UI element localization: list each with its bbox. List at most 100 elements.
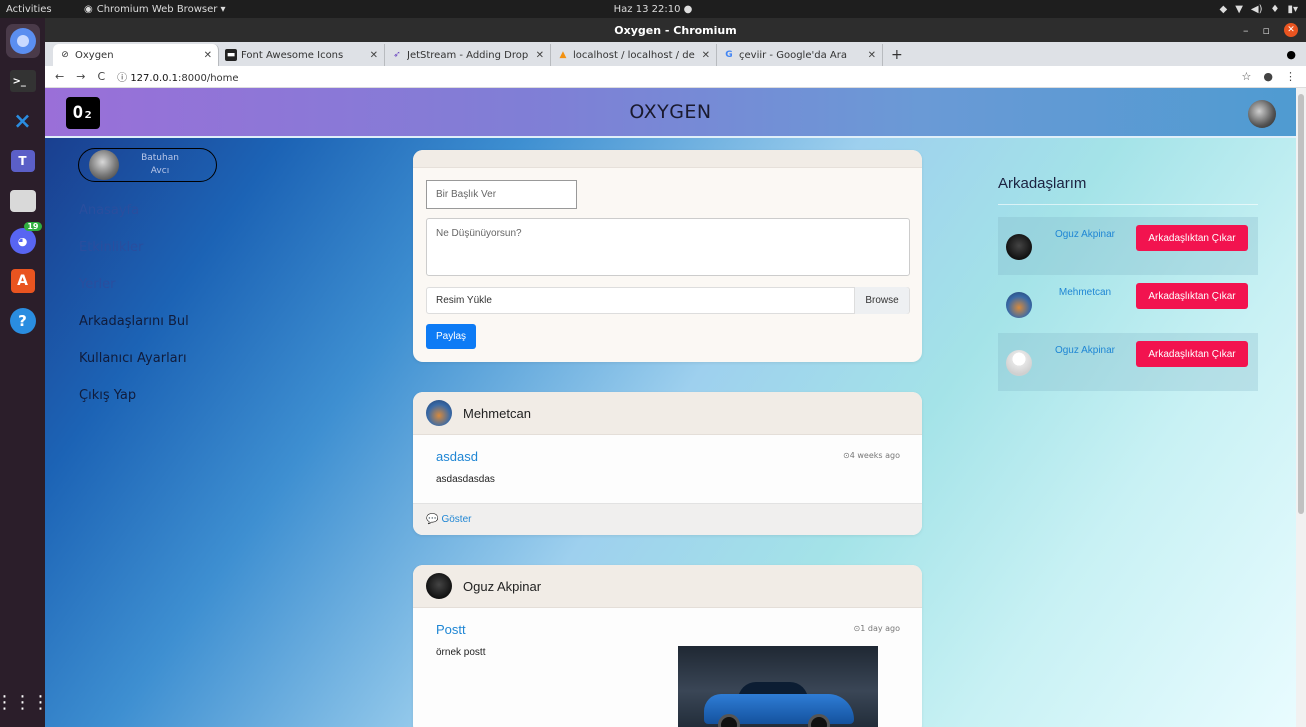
unfriend-button[interactable]: Arkadaşlıktan Çıkar [1136, 225, 1248, 251]
show-apps-icon[interactable]: ⋮⋮⋮ [0, 692, 50, 713]
unfriend-button[interactable]: Arkadaşlıktan Çıkar [1136, 283, 1248, 309]
tab-title: çeviir - Google'da Ara [739, 49, 847, 61]
navbar-avatar[interactable] [1248, 100, 1276, 128]
friends-divider [998, 204, 1258, 205]
tab-font-awesome[interactable]: ▬ Font Awesome Icons ✕ [219, 44, 385, 66]
sidebar-item-arkadaslarini-bul[interactable]: Arkadaşlarını Bul [79, 312, 189, 349]
minimize-icon[interactable]: – [1243, 24, 1249, 37]
mic-icon: ♦ [1270, 3, 1280, 15]
browse-button[interactable]: Browse [854, 287, 909, 314]
post-body-textarea[interactable]: Ne Düşünüyorsun? [426, 218, 910, 276]
page-viewport: O₂ OXYGEN Batuhan Avcı Anasayfa Etkinlik… [45, 88, 1306, 727]
dock: >_ ⨯ T ◕ 19 A ? ⋮⋮⋮ [0, 18, 50, 727]
discord-tray-icon: ◆ [1219, 3, 1228, 15]
friend-row: Oguz Akpinar Arkadaşlıktan Çıkar [998, 333, 1258, 391]
close-tab-icon[interactable]: ✕ [204, 50, 212, 61]
friend-avatar[interactable] [1006, 292, 1032, 318]
close-tab-icon[interactable]: ✕ [868, 50, 876, 61]
post-body: örnek postt [436, 647, 486, 658]
comment-icon: 💬 [426, 514, 439, 525]
author-name[interactable]: Mehmetcan [463, 406, 531, 421]
help-icon: ? [9, 308, 36, 334]
post-title[interactable]: Postt [436, 622, 466, 637]
omnibar: ← → C ⓘ 127.0.0.1:8000/home ☆ ● ⋮ [45, 66, 1306, 88]
battery-icon: ▮▾ [1287, 3, 1298, 15]
post-image[interactable] [678, 646, 878, 727]
page-scrollbar[interactable] [1296, 88, 1306, 727]
show-comments-link[interactable]: Göster [441, 514, 471, 525]
forward-icon[interactable]: → [76, 70, 85, 83]
post-title-input[interactable]: Bir Başlık Ver [426, 180, 577, 209]
brand-title: OXYGEN [629, 101, 712, 123]
sidebar-item-etkinlikler[interactable]: Etkinlikler [79, 238, 189, 275]
compose-card-header [413, 150, 922, 168]
friend-avatar[interactable] [1006, 234, 1032, 260]
friend-name[interactable]: Oguz Akpinar [1050, 229, 1120, 240]
profile-pill[interactable]: Batuhan Avcı [78, 148, 217, 182]
site-logo[interactable]: O₂ [66, 97, 100, 129]
reload-icon[interactable]: C [97, 70, 105, 83]
dock-chromium[interactable] [5, 24, 40, 58]
tab-title: JetStream - Adding Drop [407, 49, 529, 61]
address-bar[interactable]: ⓘ 127.0.0.1:8000/home [117, 69, 238, 84]
maximize-icon[interactable]: ▫ [1263, 24, 1270, 37]
tab-search-icon[interactable]: ● [1286, 44, 1296, 66]
sidebar-item-yerler[interactable]: Yerler [79, 275, 189, 312]
post-timestamp: ⊙1 day ago [853, 624, 900, 633]
url-host: 127.0.0.1 [130, 73, 179, 84]
scrollbar-thumb[interactable] [1298, 94, 1304, 514]
image-upload-input[interactable]: Resim Yükle Browse [426, 287, 910, 314]
system-tray[interactable]: ◆ ▼ ◀) ♦ ▮▾ [1220, 4, 1299, 15]
clock[interactable]: Haz 13 22:10 ● [0, 4, 1306, 15]
post-footer: 💬 Göster [413, 503, 922, 535]
share-button[interactable]: Paylaş [426, 324, 476, 349]
profile-name: Batuhan Avcı [135, 152, 185, 178]
tab-title: localhost / localhost / de [573, 49, 695, 61]
author-avatar[interactable] [426, 573, 452, 599]
new-tab-button[interactable]: + [883, 44, 911, 66]
dock-discord[interactable]: ◕ 19 [6, 222, 42, 258]
profile-icon[interactable]: ● [1263, 70, 1273, 83]
dock-terminal[interactable]: >_ [6, 64, 40, 98]
dock-files[interactable] [6, 184, 40, 218]
sidebar-item-cikis-yap[interactable]: Çıkış Yap [79, 386, 189, 423]
post-body: asdasdasdas [436, 474, 495, 485]
sidebar-item-anasayfa[interactable]: Anasayfa [79, 201, 189, 238]
dock-teams[interactable]: T [6, 144, 40, 178]
close-window-icon[interactable]: ✕ [1284, 23, 1298, 37]
friend-row: Oguz Akpinar Arkadaşlıktan Çıkar [998, 217, 1258, 275]
tab-jetstream[interactable]: ➶ JetStream - Adding Drop ✕ [385, 44, 551, 66]
site-info-icon[interactable]: ⓘ [117, 73, 127, 84]
author-avatar[interactable] [426, 400, 452, 426]
post-title[interactable]: asdasd [436, 449, 478, 464]
close-tab-icon[interactable]: ✕ [370, 50, 378, 61]
close-tab-icon[interactable]: ✕ [536, 50, 544, 61]
close-tab-icon[interactable]: ✕ [702, 50, 710, 61]
browser-window: Oxygen - Chromium – ▫ ✕ ⊘ Oxygen ✕ ▬ Fon… [45, 18, 1306, 727]
back-icon[interactable]: ← [55, 70, 64, 83]
post-timestamp: ⊙4 weeks ago [843, 451, 900, 460]
dock-help[interactable]: ? [6, 304, 40, 338]
tab-title: Font Awesome Icons [241, 49, 344, 61]
friends-heading: Arkadaşlarım [998, 175, 1087, 192]
dock-software[interactable]: A [6, 264, 40, 298]
friend-avatar[interactable] [1006, 350, 1032, 376]
toolbar-right: ☆ ● ⋮ [1242, 70, 1296, 83]
window-controls: – ▫ ✕ [1243, 23, 1298, 37]
site-navbar: O₂ OXYGEN [45, 88, 1296, 138]
friend-name[interactable]: Mehmetcan [1050, 287, 1120, 298]
system-top-bar: Activities ◉ Chromium Web Browser ▾ Haz … [0, 0, 1306, 18]
friend-name[interactable]: Oguz Akpinar [1050, 345, 1120, 356]
kebab-menu-icon[interactable]: ⋮ [1285, 70, 1296, 83]
sidebar-item-kullanici-ayarlari[interactable]: Kullanıcı Ayarları [79, 349, 189, 386]
unfriend-button[interactable]: Arkadaşlıktan Çıkar [1136, 341, 1248, 367]
tab-oxygen[interactable]: ⊘ Oxygen ✕ [53, 44, 219, 66]
tab-phpmyadmin[interactable]: ▲ localhost / localhost / de ✕ [551, 44, 717, 66]
author-name[interactable]: Oguz Akpinar [463, 579, 541, 594]
globe-icon: ⊘ [61, 50, 69, 60]
profile-last-name: Avcı [150, 166, 170, 176]
tab-google[interactable]: G çeviir - Google'da Ara ✕ [717, 44, 883, 66]
discord-icon: ◕ [9, 228, 36, 254]
dock-vscode[interactable]: ⨯ [6, 104, 40, 138]
bookmark-star-icon[interactable]: ☆ [1242, 70, 1252, 83]
